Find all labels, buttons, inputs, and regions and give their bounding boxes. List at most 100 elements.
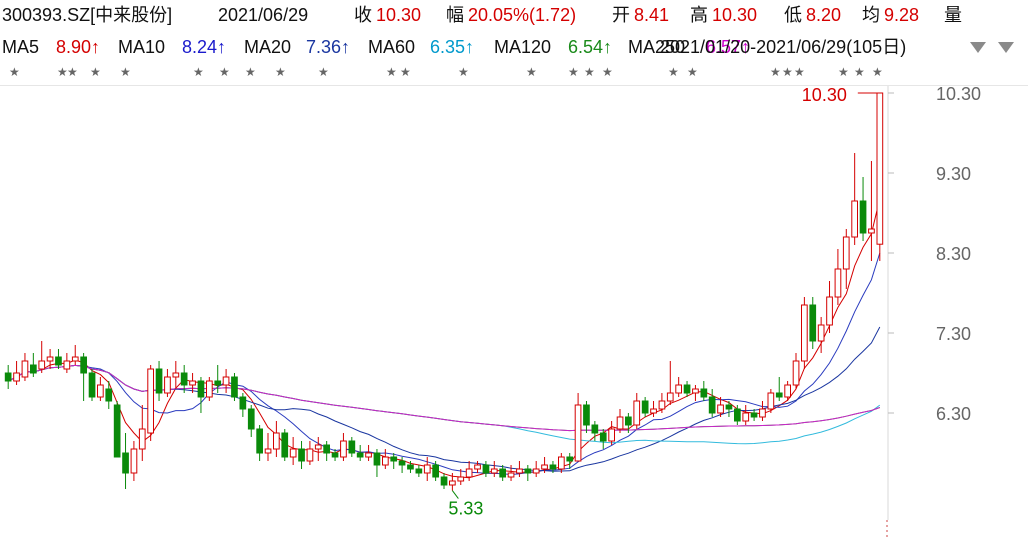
candle-100 bbox=[842, 229, 850, 289]
candle-body-87 bbox=[734, 408, 741, 422]
candle-body-28 bbox=[239, 396, 247, 410]
candle-10 bbox=[88, 369, 96, 401]
candle-94 bbox=[792, 353, 800, 389]
candle-11 bbox=[97, 377, 104, 401]
candle-body-57 bbox=[482, 464, 490, 474]
star-marker-3: ★ bbox=[90, 65, 101, 79]
candle-84 bbox=[708, 389, 716, 417]
star-marker-22: ★ bbox=[838, 65, 849, 79]
candle-4 bbox=[38, 341, 46, 373]
candle-body-26 bbox=[222, 376, 230, 386]
candle-body-6 bbox=[55, 356, 62, 366]
candle-body-103 bbox=[868, 228, 875, 234]
candle-6 bbox=[55, 349, 62, 369]
tick-label-3: 7.30 bbox=[936, 324, 971, 344]
candle-body-21 bbox=[180, 372, 188, 386]
candle-body-94 bbox=[792, 360, 800, 386]
candle-body-47 bbox=[398, 460, 406, 466]
candle-body-41 bbox=[348, 440, 356, 454]
min-price-label: 5.33 bbox=[448, 499, 483, 519]
candle-body-32 bbox=[273, 432, 280, 450]
star-marker-19: ★ bbox=[770, 65, 781, 79]
event-markers: ★ ★ ★ ★ ★ ★ ★ ★ ★ ★ ★ ★ ★ ★ ★ ★ ★ ★ ★ ★ ★ ★ ★ ★ ★ bbox=[9, 65, 883, 79]
star-marker-23: ★ bbox=[854, 65, 865, 79]
candle-body-81 bbox=[683, 384, 691, 394]
candle-body-71 bbox=[599, 432, 607, 442]
candle-body-4 bbox=[38, 360, 46, 370]
candle-33 bbox=[281, 429, 289, 461]
star-marker-2: ★ bbox=[67, 65, 78, 79]
candle-body-2 bbox=[21, 360, 29, 378]
candle-body-64 bbox=[541, 464, 548, 470]
candle-8 bbox=[71, 345, 79, 365]
candle-body-44 bbox=[373, 452, 381, 466]
candle-body-51 bbox=[432, 464, 439, 478]
candle-body-31 bbox=[264, 448, 272, 454]
star-marker-21: ★ bbox=[794, 65, 805, 79]
candle-86 bbox=[725, 401, 733, 417]
star-marker-15: ★ bbox=[584, 65, 595, 79]
candle-body-93 bbox=[784, 384, 791, 398]
star-marker-5: ★ bbox=[193, 65, 204, 79]
candle-body-49 bbox=[415, 468, 423, 474]
candle-body-70 bbox=[591, 424, 599, 434]
candle-50 bbox=[423, 457, 431, 481]
candle-body-67 bbox=[566, 456, 574, 462]
candle-body-100 bbox=[842, 236, 850, 270]
candle-body-8 bbox=[71, 356, 79, 362]
candle-body-50 bbox=[423, 464, 431, 474]
candle-1 bbox=[13, 361, 20, 385]
candle-body-56 bbox=[474, 464, 481, 470]
candle-body-88 bbox=[742, 412, 750, 422]
candle-body-52 bbox=[440, 476, 448, 486]
candle-31 bbox=[264, 433, 272, 461]
candle-76 bbox=[641, 397, 649, 417]
candle-body-77 bbox=[650, 408, 657, 414]
candle-body-0 bbox=[4, 372, 12, 382]
candle-24 bbox=[206, 377, 213, 401]
candle-body-92 bbox=[775, 392, 783, 398]
candle-103 bbox=[868, 161, 875, 261]
min-leader-line bbox=[451, 490, 459, 499]
candle-98 bbox=[826, 281, 833, 333]
tick-label-0: 10.30 bbox=[936, 84, 981, 104]
candle-body-72 bbox=[608, 428, 615, 442]
star-marker-14: ★ bbox=[568, 65, 579, 79]
candle-32 bbox=[273, 421, 280, 457]
max-price-label: 10.30 bbox=[802, 85, 847, 105]
candle-body-14 bbox=[122, 452, 129, 474]
candle-body-79 bbox=[666, 392, 674, 402]
candle-17 bbox=[147, 365, 155, 441]
candle-body-10 bbox=[88, 372, 96, 398]
candle-body-89 bbox=[750, 412, 758, 418]
candle-35 bbox=[298, 441, 305, 469]
star-marker-4: ★ bbox=[120, 65, 131, 79]
candle-body-39 bbox=[331, 452, 339, 458]
candle-96 bbox=[809, 297, 817, 349]
star-marker-6: ★ bbox=[219, 65, 230, 79]
candle-41 bbox=[348, 437, 356, 457]
chart-labels: 10.30 5.33 bbox=[448, 85, 888, 538]
candle-27 bbox=[231, 373, 238, 401]
candle-body-36 bbox=[306, 448, 314, 462]
candle-body-22 bbox=[189, 380, 196, 386]
candle-body-16 bbox=[138, 428, 146, 450]
candle-37 bbox=[314, 437, 322, 461]
candle-40 bbox=[340, 433, 347, 461]
candle-81 bbox=[683, 381, 691, 397]
candle-body-7 bbox=[63, 360, 71, 370]
candle-body-59 bbox=[499, 468, 506, 478]
candle-91 bbox=[767, 389, 775, 413]
candle-body-46 bbox=[390, 456, 398, 462]
candle-38 bbox=[323, 441, 330, 461]
candle-69 bbox=[583, 401, 590, 433]
candle-7 bbox=[63, 353, 71, 373]
candle-body-5 bbox=[46, 356, 54, 362]
candle-102 bbox=[859, 177, 867, 241]
candle-23 bbox=[197, 377, 205, 413]
candle-body-102 bbox=[859, 200, 867, 234]
candle-body-76 bbox=[641, 400, 649, 414]
candle-body-34 bbox=[289, 448, 297, 458]
candle-26 bbox=[222, 369, 230, 393]
candle-body-54 bbox=[457, 476, 465, 482]
